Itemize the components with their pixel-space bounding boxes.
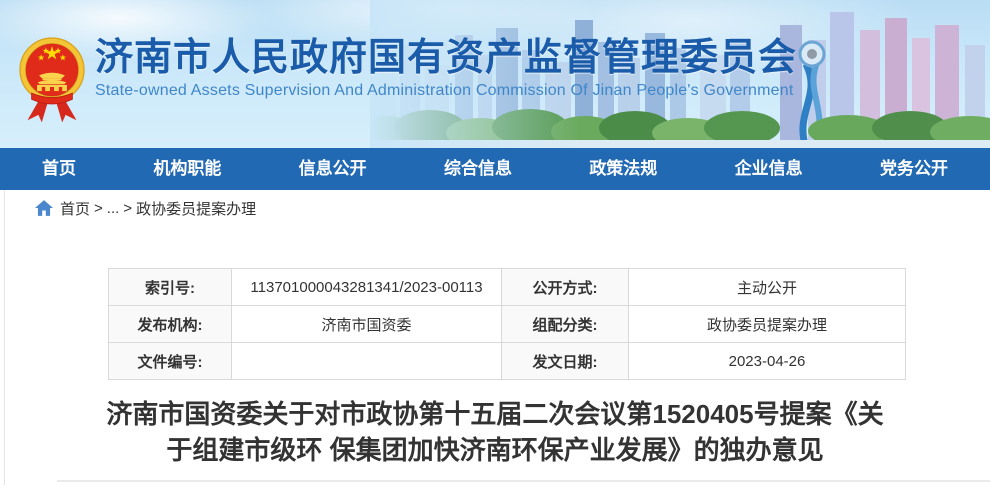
article-title: 济南市国资委关于对市政协第十五届二次会议第1520405号提案《关于组建市级环 … [95,396,895,468]
table-row: 发布机构: 济南市国资委 组配分类: 政协委员提案办理 [109,306,906,343]
issuing-agency-label: 发布机构: [109,306,232,343]
breadcrumb-separator: > [94,200,103,217]
nav-item-info-disclosure[interactable]: 信息公开 [299,148,367,190]
header-banner: 济南市人民政府国有资产监督管理委员会 State-owned Assets Su… [0,0,990,148]
breadcrumb-current[interactable]: 政协委员提案办理 [136,198,256,219]
breadcrumb-collapsed[interactable]: ... [107,200,120,217]
category-value: 政协委员提案办理 [629,306,906,343]
site-title-english: State-owned Assets Supervision And Admin… [95,82,797,100]
nav-item-functions[interactable]: 机构职能 [153,148,221,190]
site-title: 济南市人民政府国有资产监督管理委员会 [95,36,797,80]
document-info-table: 索引号: 113701000043281341/2023-00113 公开方式:… [108,268,906,380]
main-nav: 首页 机构职能 信息公开 综合信息 政策法规 企业信息 党务公开 [0,148,990,190]
nav-item-home[interactable]: 首页 [42,148,76,190]
nav-item-policies[interactable]: 政策法规 [589,148,657,190]
nav-item-comprehensive-info[interactable]: 综合信息 [444,148,512,190]
table-row: 文件编号: 发文日期: 2023-04-26 [109,343,906,380]
breadcrumb-home[interactable]: 首页 [60,198,90,219]
table-row: 索引号: 113701000043281341/2023-00113 公开方式:… [109,269,906,306]
divider [57,480,990,482]
nav-item-enterprise-info[interactable]: 企业信息 [735,148,803,190]
document-number-value [232,343,502,380]
document-number-label: 文件编号: [109,343,232,380]
page: 济南市人民政府国有资产监督管理委员会 State-owned Assets Su… [0,0,990,485]
disclosure-method-value: 主动公开 [629,269,906,306]
breadcrumb-separator: > [123,200,132,217]
issue-date-label: 发文日期: [502,343,629,380]
issuing-agency-value: 济南市国资委 [232,306,502,343]
disclosure-method-label: 公开方式: [502,269,629,306]
index-number-value: 113701000043281341/2023-00113 [232,269,502,306]
site-title-block: 济南市人民政府国有资产监督管理委员会 State-owned Assets Su… [95,36,797,100]
left-edge-rule [4,190,5,485]
home-icon[interactable] [35,200,53,216]
index-number-label: 索引号: [109,269,232,306]
issue-date-value: 2023-04-26 [629,343,906,380]
category-label: 组配分类: [502,306,629,343]
national-emblem-icon [18,32,86,127]
nav-item-party-affairs[interactable]: 党务公开 [880,148,948,190]
breadcrumb: 首页 > ... > 政协委员提案办理 [0,190,990,226]
